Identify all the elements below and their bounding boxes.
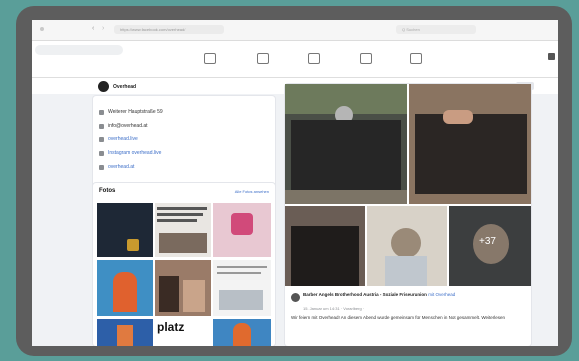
info-instagram[interactable]: Instagram overhead.live (99, 150, 161, 156)
search-field[interactable]: Q Suchen (396, 25, 476, 34)
post-text: Wir feiern mit Overhead! An diesem Abend… (291, 315, 506, 320)
photo-tile[interactable] (213, 260, 271, 316)
info-website[interactable]: overhead.live (99, 136, 138, 142)
photo-tile[interactable] (97, 203, 153, 257)
post-author[interactable]: Barber Angels Brotherhood Austria - Sozi… (303, 292, 427, 297)
post-photo-main[interactable] (285, 84, 407, 204)
home-icon (99, 109, 104, 115)
search-placeholder: Q Suchen (402, 27, 420, 32)
marketplace-nav-icon[interactable] (360, 53, 372, 64)
facebook-search-input[interactable] (35, 45, 123, 55)
back-icon[interactable]: ‹ (92, 25, 94, 32)
address-bar[interactable]: https://www.facebook.com/overhead/ (114, 25, 224, 34)
post-photo-4[interactable] (367, 206, 447, 286)
forward-icon[interactable]: › (102, 25, 104, 32)
photo-tile[interactable] (155, 260, 211, 316)
address-url: https://www.facebook.com/overhead/ (120, 27, 186, 32)
facebook-navbar (32, 41, 558, 78)
friends-nav-icon[interactable] (257, 53, 269, 64)
page-avatar[interactable] (98, 81, 109, 92)
mail-icon (99, 123, 104, 129)
post-photo-2[interactable] (409, 84, 531, 204)
photo-tile[interactable]: platz (155, 319, 211, 346)
browser-screen: ‹ › https://www.facebook.com/overhead/ Q… (32, 20, 558, 346)
photos-card: Fotos Alle Fotos ansehen platz (93, 183, 275, 346)
post-card: +37 Barber Angels Brotherhood Austria - … (285, 84, 531, 346)
post-photo-5[interactable]: +37 (449, 206, 531, 286)
info-address: Weiterer Hauptstraße 59 (99, 109, 163, 115)
post-with[interactable]: mit Overhead (428, 292, 455, 297)
post-author-line: Barber Angels Brotherhood Austria - Sozi… (303, 292, 523, 298)
photo-tile[interactable] (97, 260, 153, 316)
post-meta: 15. Januar um 14:31 · Vorarlberg · (303, 306, 365, 311)
intro-card: Weiterer Hauptstraße 59 info@overhead.at… (93, 96, 275, 193)
photo-tile[interactable] (155, 203, 211, 257)
photos-title: Fotos (99, 188, 116, 194)
post-author-avatar[interactable] (291, 293, 300, 302)
photo-tile[interactable] (213, 319, 271, 346)
tag-icon (99, 164, 104, 170)
photo-tile[interactable] (97, 319, 153, 346)
home-nav-icon[interactable] (204, 53, 216, 64)
info-email: info@overhead.at (99, 123, 148, 129)
browser-toolbar: ‹ › https://www.facebook.com/overhead/ Q… (32, 20, 558, 41)
watch-nav-icon[interactable] (308, 53, 320, 64)
photo-tile-text: platz (157, 320, 185, 334)
post-photo-3[interactable] (285, 206, 365, 286)
menu-grid-icon[interactable] (548, 53, 555, 60)
globe-icon (99, 136, 104, 142)
traffic-lights-icon (40, 27, 44, 31)
info-domain[interactable]: overhead.at (99, 164, 134, 170)
groups-nav-icon[interactable] (410, 53, 422, 64)
more-photos-count[interactable]: +37 (479, 236, 496, 247)
page-title[interactable]: Overhead (113, 84, 136, 90)
link-icon (99, 150, 104, 156)
see-all-photos-link[interactable]: Alle Fotos ansehen (235, 189, 269, 194)
photo-tile[interactable] (213, 203, 271, 257)
